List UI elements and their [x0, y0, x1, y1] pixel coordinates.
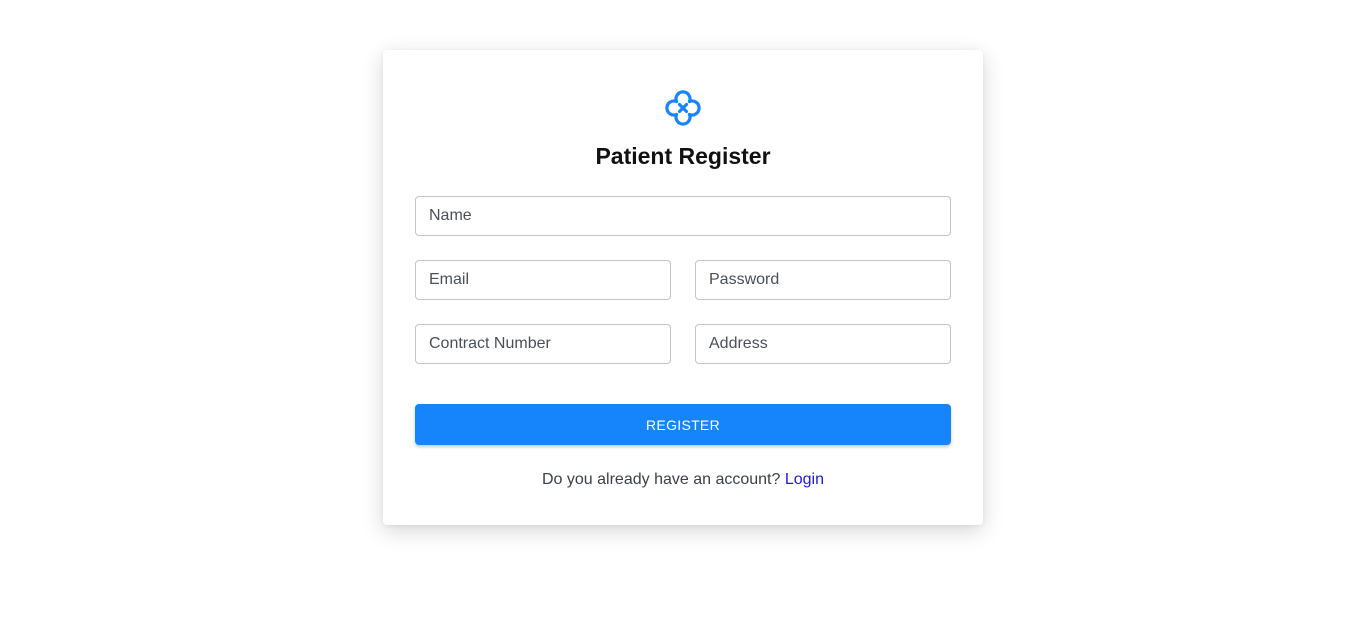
medical-cross-clover-icon — [665, 90, 701, 126]
address-input[interactable] — [695, 324, 951, 364]
register-card: Patient Register REGISTER Do you already… — [383, 50, 983, 525]
login-prompt: Do you already have an account? Login — [383, 470, 983, 490]
password-input[interactable] — [695, 260, 951, 300]
page-title: Patient Register — [595, 143, 771, 169]
login-prompt-text: Do you already have an account? — [542, 471, 781, 488]
contract-number-input[interactable] — [415, 324, 671, 364]
login-link[interactable]: Login — [785, 471, 824, 488]
email-input[interactable] — [415, 260, 671, 300]
register-button[interactable]: REGISTER — [415, 404, 951, 445]
name-input[interactable] — [415, 196, 951, 236]
